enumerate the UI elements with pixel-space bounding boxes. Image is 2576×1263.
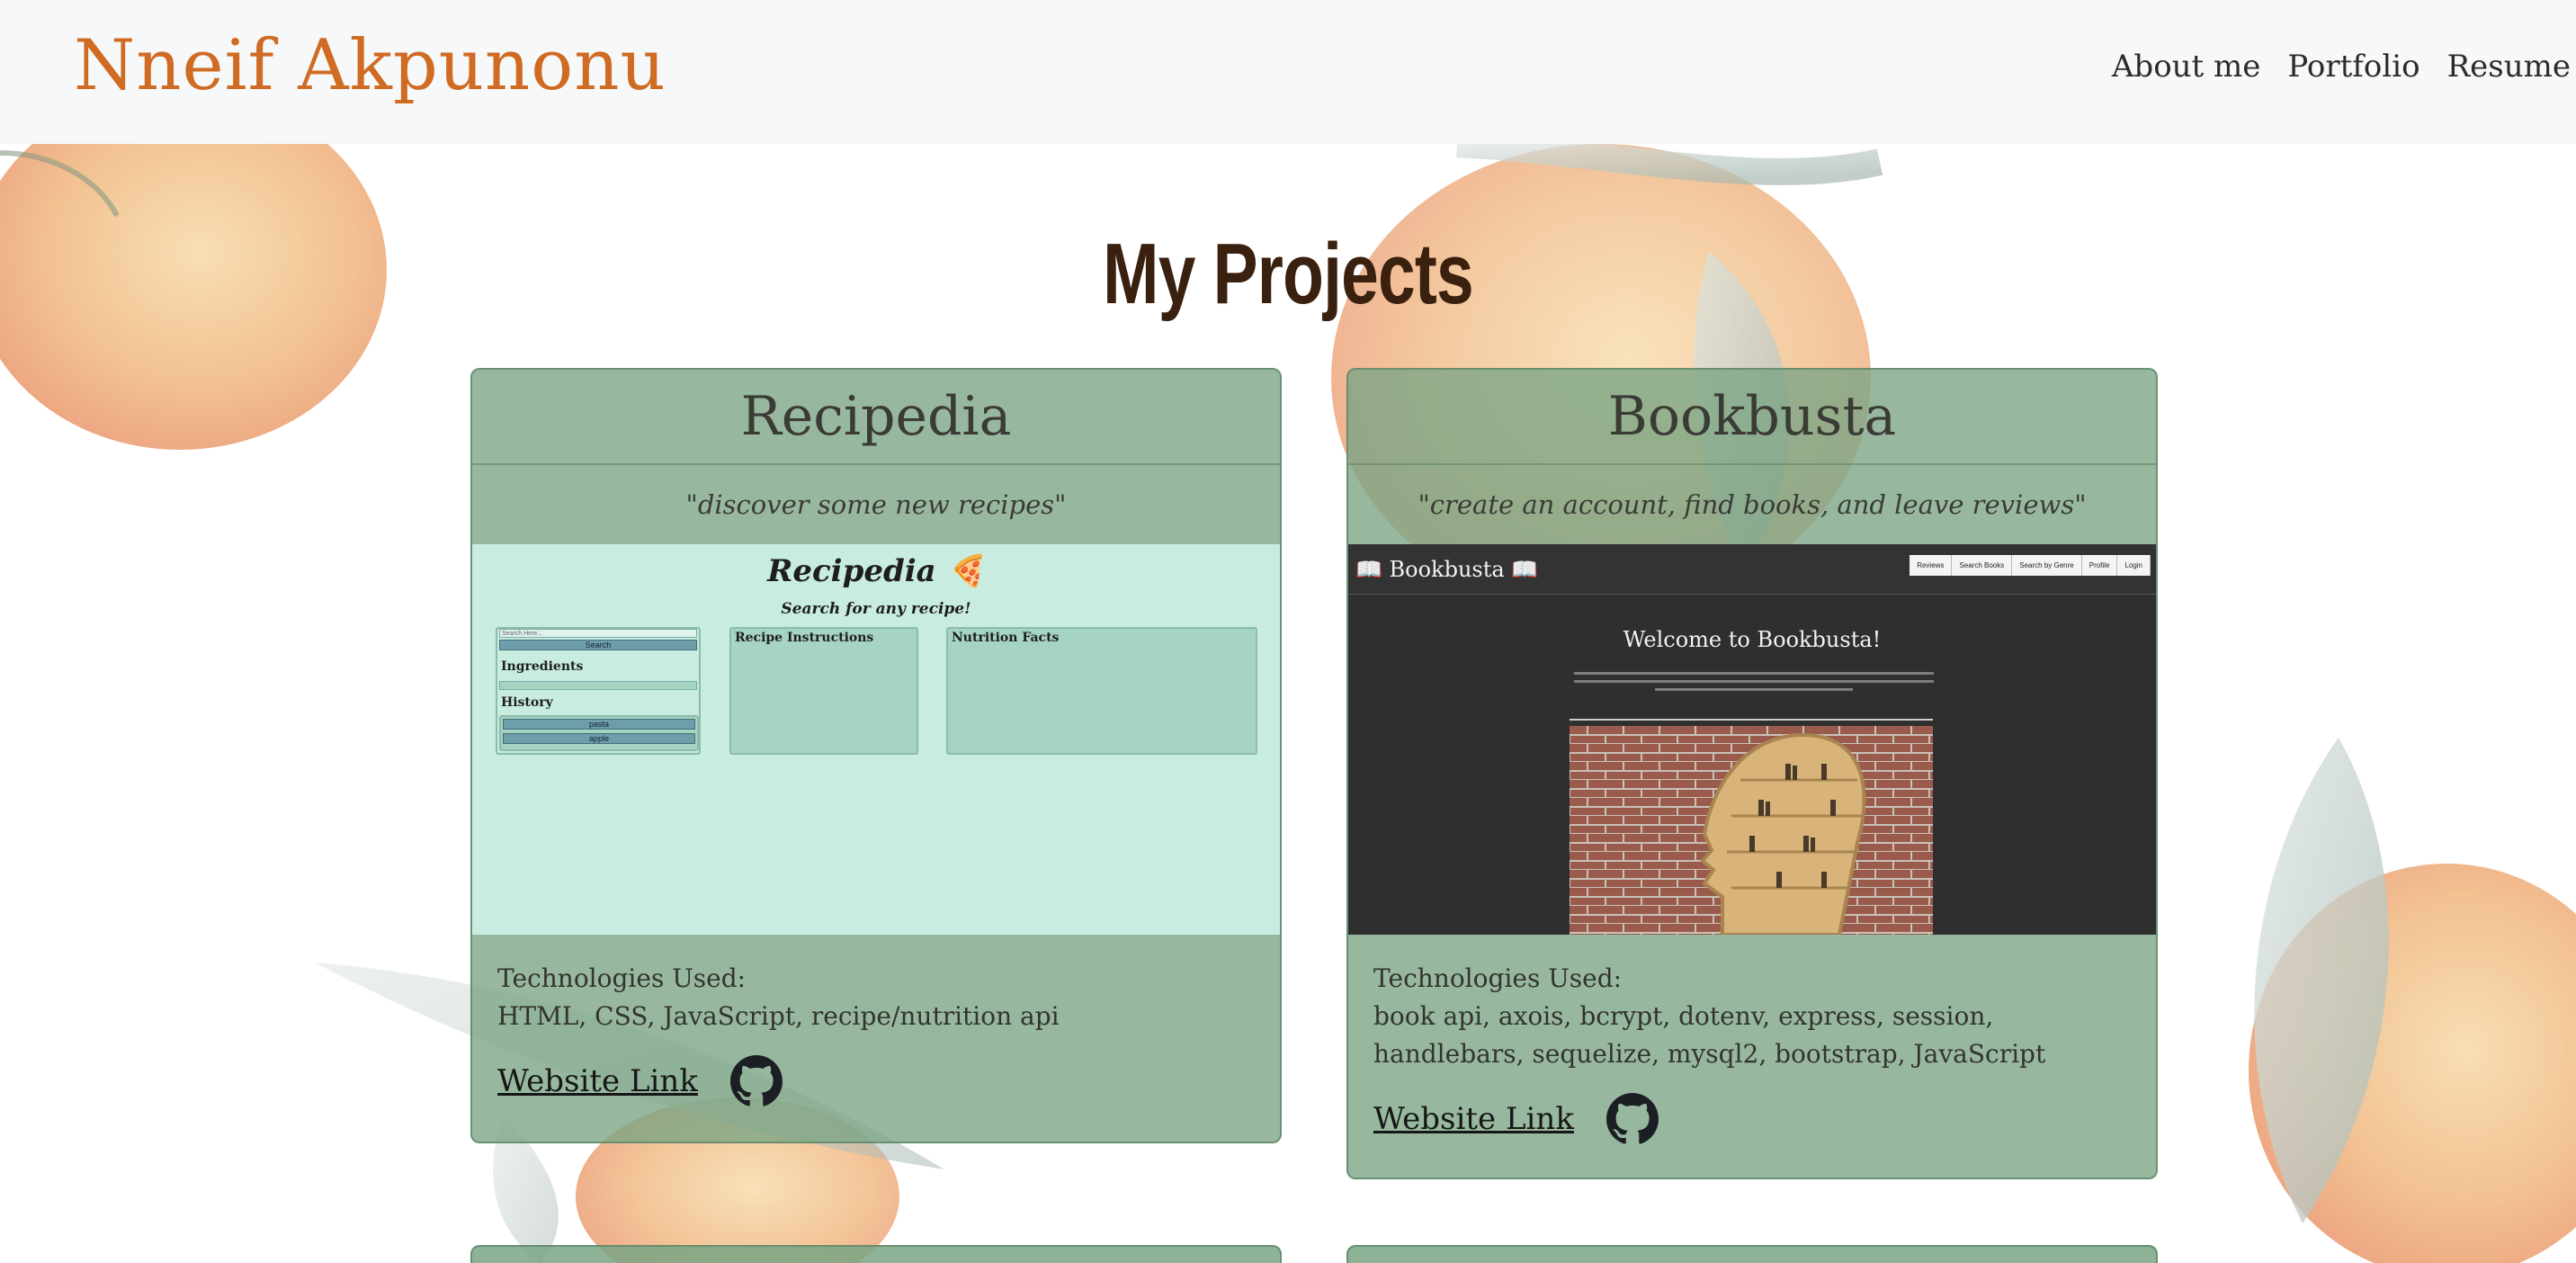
preview-history-item: apple — [503, 733, 695, 744]
preview-history-label: History — [501, 695, 553, 710]
preview-menu-item: Login — [2117, 555, 2151, 576]
preview-menu-item: Reviews — [1910, 555, 1953, 576]
project-title: Recipedia — [472, 370, 1280, 465]
pizza-icon: 🍕 — [946, 553, 985, 589]
project-screenshot: Recipedia 🍕 Search for any recipe! Searc… — [472, 544, 1280, 935]
preview-history-item: pasta — [503, 719, 695, 730]
tech-list: HTML, CSS, JavaScript, recipe/nutrition … — [497, 1001, 1060, 1031]
nav-link-resume[interactable]: Resume — [2447, 49, 2571, 85]
project-details: Technologies Used: HTML, CSS, JavaScript… — [472, 935, 1280, 1107]
preview-hero-image — [1570, 726, 1933, 935]
page-title: My Projects — [1103, 226, 1474, 322]
preview-menu-item: Profile — [2081, 555, 2118, 576]
background-illustration — [0, 0, 2576, 1263]
preview-nutrition-panel: Nutrition Facts — [946, 627, 1257, 755]
project-screenshot: 📖 Bookbusta 📖 Reviews Search Books Searc… — [1348, 544, 2156, 935]
project-links: Website Link — [1373, 1093, 2131, 1145]
preview-intro-text — [1573, 667, 1935, 696]
preview-menu: Reviews Search Books Search by Genre Pro… — [1910, 555, 2151, 576]
project-links: Website Link — [497, 1055, 1255, 1107]
github-icon[interactable] — [1606, 1093, 1659, 1145]
nav-link-portfolio[interactable]: Portfolio — [2287, 49, 2419, 85]
preview-menu-item: Search by Genre — [2012, 555, 2082, 576]
project-card-partial — [470, 1245, 1282, 1263]
website-link[interactable]: Website Link — [1373, 1101, 1574, 1137]
tech-label: Technologies Used: — [1373, 963, 1623, 993]
preview-ingredients-label: Ingredients — [501, 659, 584, 674]
preview-subtitle: Search for any recipe! — [781, 600, 971, 618]
nav-links: About me Portfolio Resume — [2112, 49, 2571, 85]
preview-instructions-panel: Recipe Instructions — [729, 627, 918, 755]
preview-divider — [1570, 719, 1933, 721]
tech-list: book api, axois, bcrypt, dotenv, express… — [1373, 1001, 1994, 1031]
website-link[interactable]: Website Link — [497, 1063, 698, 1099]
preview-welcome: Welcome to Bookbusta! — [1623, 627, 1882, 652]
github-icon[interactable] — [729, 1055, 783, 1107]
project-card-recipedia: Recipedia "discover some new recipes" Re… — [470, 368, 1282, 1143]
preview-title: Recipedia 🍕 — [767, 553, 985, 589]
project-title: Bookbusta — [1348, 370, 2156, 465]
project-card-bookbusta: Bookbusta "create an account, find books… — [1346, 368, 2158, 1179]
tech-label: Technologies Used: — [497, 963, 747, 993]
project-tagline: "discover some new recipes" — [685, 489, 1067, 520]
preview-search-input: Search Here... — [499, 629, 697, 638]
preview-menu-item: Search Books — [1952, 555, 2013, 576]
tech-list: handlebars, sequelize, mysql2, bootstrap… — [1373, 1039, 2046, 1069]
preview-brand: 📖 Bookbusta 📖 — [1355, 557, 1539, 582]
preview-search-button: Search — [499, 640, 697, 650]
nav-link-about[interactable]: About me — [2112, 49, 2261, 85]
project-details: Technologies Used: book api, axois, bcry… — [1348, 935, 2156, 1145]
preview-navbar: 📖 Bookbusta 📖 Reviews Search Books Searc… — [1348, 544, 2156, 595]
project-tagline: "create an account, find books, and leav… — [1418, 489, 2087, 520]
brand-logo-link[interactable]: Nneif Akpunonu — [74, 25, 666, 106]
recipedia-preview: Recipedia 🍕 Search for any recipe! Searc… — [472, 544, 1280, 935]
project-card-partial — [1346, 1245, 2158, 1263]
bookbusta-preview: 📖 Bookbusta 📖 Reviews Search Books Searc… — [1348, 544, 2156, 935]
navbar: Nneif Akpunonu About me Portfolio Resume — [0, 0, 2576, 144]
preview-ingredients-bar — [499, 681, 697, 690]
